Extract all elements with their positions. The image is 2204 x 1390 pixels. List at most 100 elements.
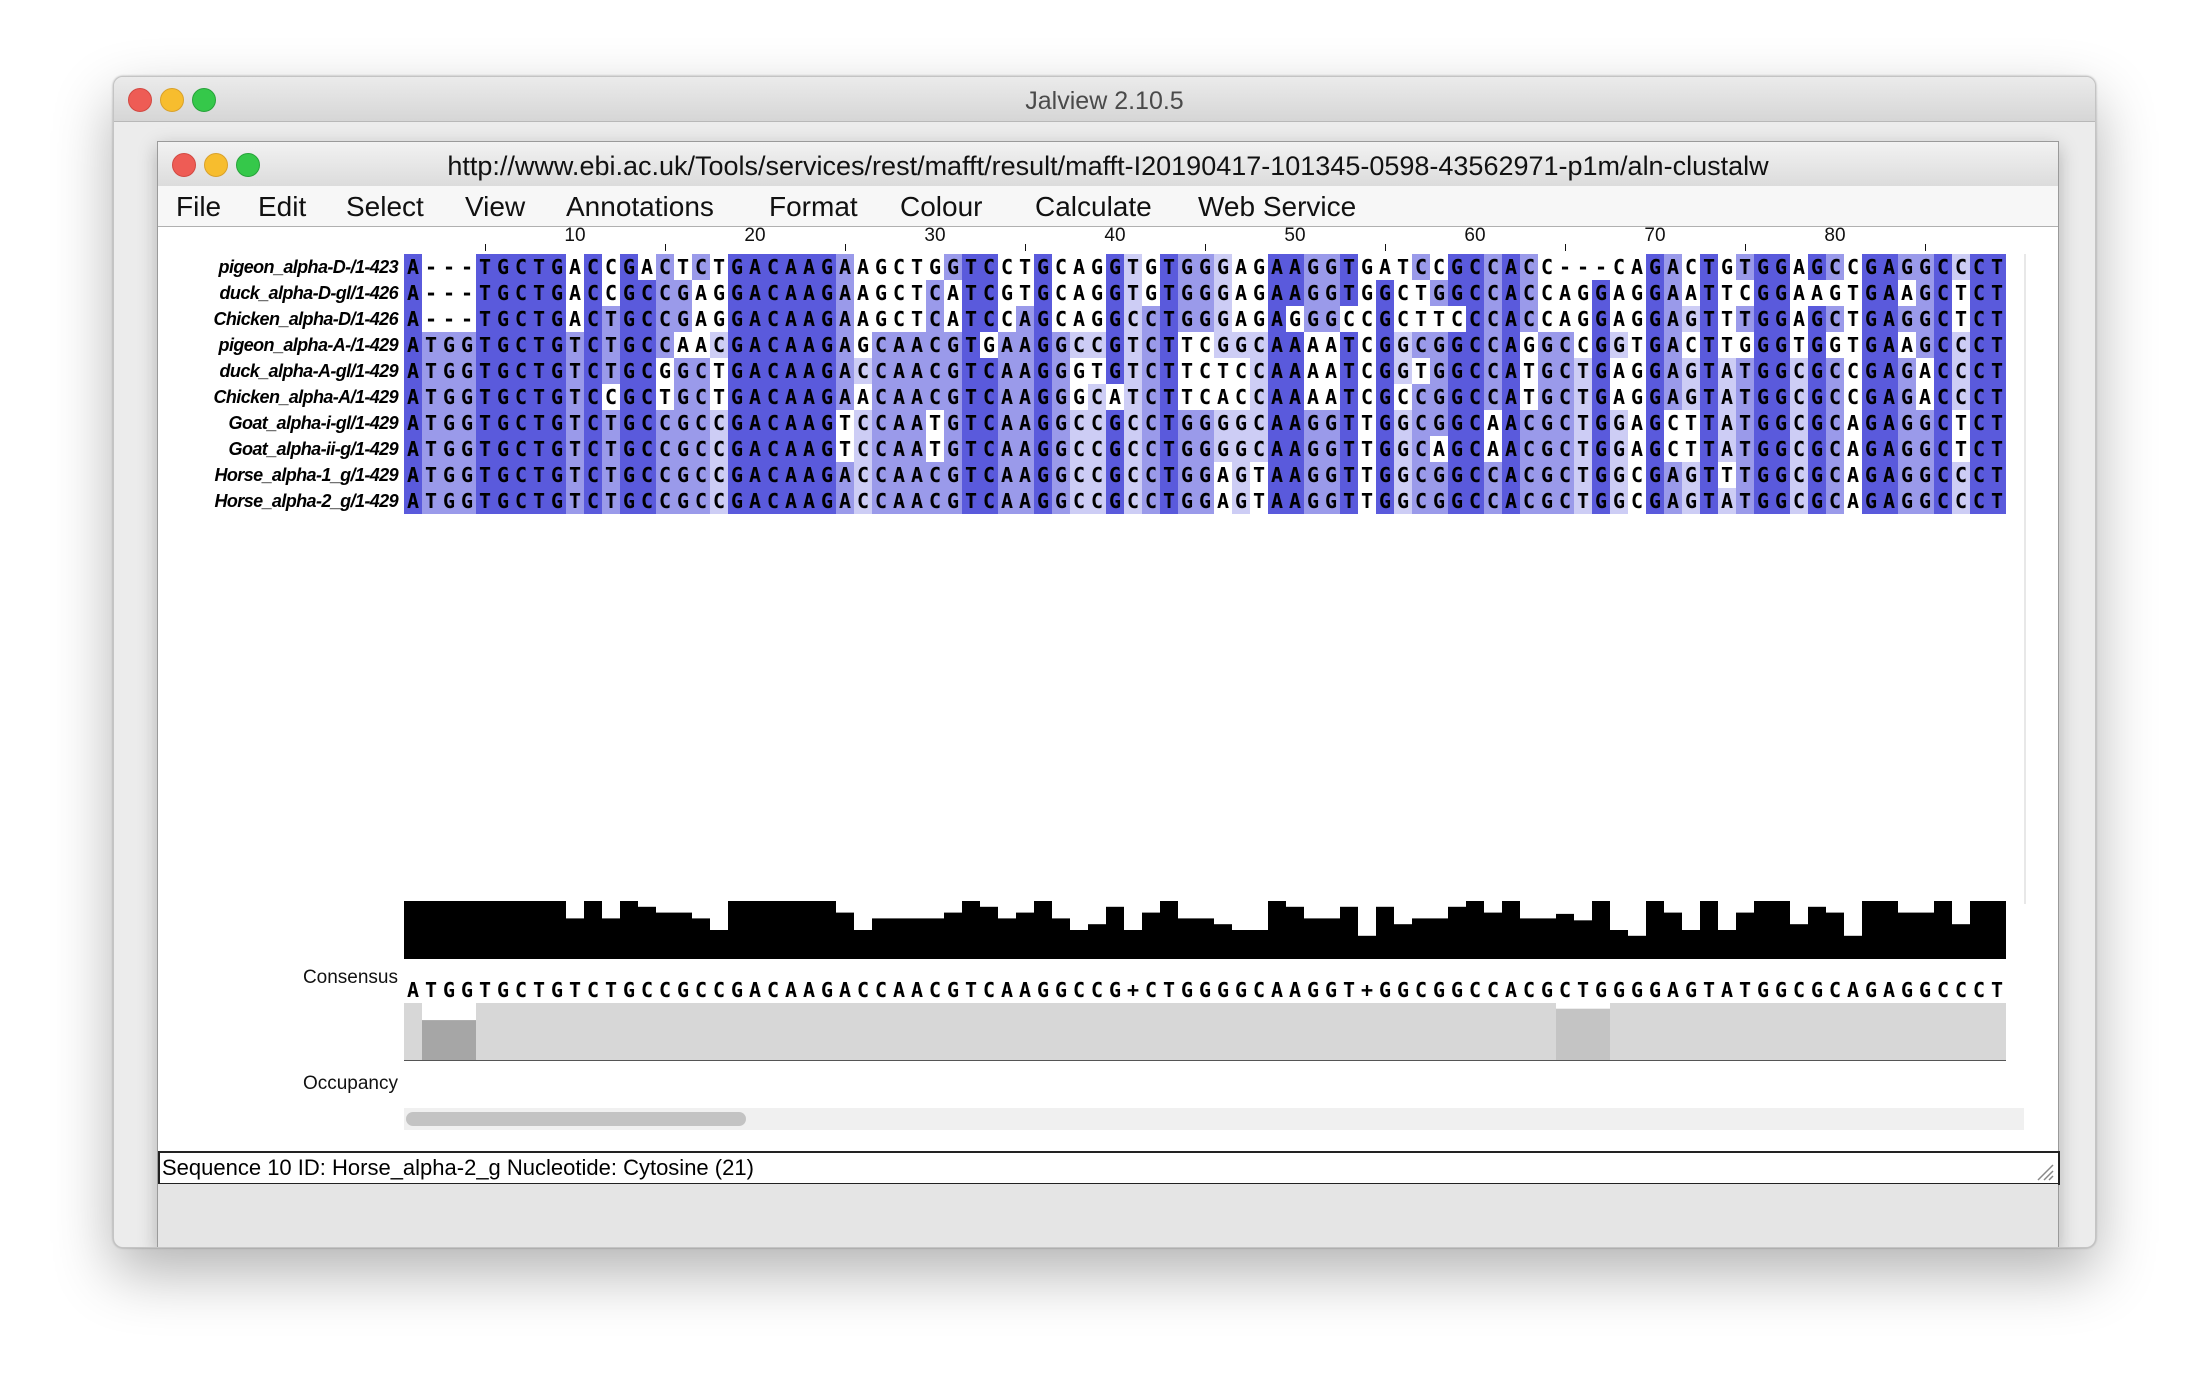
residue[interactable]: T xyxy=(1790,332,1808,358)
residue[interactable]: T xyxy=(422,462,440,488)
residue[interactable]: G xyxy=(944,254,962,280)
residue[interactable]: A xyxy=(1664,332,1682,358)
residue[interactable]: C xyxy=(1142,306,1160,332)
residue[interactable]: C xyxy=(1970,410,1988,436)
residue[interactable]: C xyxy=(872,384,890,410)
residue[interactable]: A xyxy=(944,306,962,332)
residue[interactable]: T xyxy=(1952,306,1970,332)
residue[interactable]: C xyxy=(1070,436,1088,462)
residue[interactable]: G xyxy=(1754,306,1772,332)
residue[interactable]: C xyxy=(512,462,530,488)
residue[interactable]: G xyxy=(728,254,746,280)
residue[interactable]: G xyxy=(1304,306,1322,332)
residue[interactable]: T xyxy=(1700,384,1718,410)
residue[interactable]: G xyxy=(818,280,836,306)
residue[interactable]: G xyxy=(1916,332,1934,358)
residue[interactable]: G xyxy=(1808,488,1826,514)
residue[interactable]: C xyxy=(1124,410,1142,436)
residue[interactable]: G xyxy=(872,254,890,280)
residue[interactable]: G xyxy=(1646,436,1664,462)
residue[interactable]: C xyxy=(1412,488,1430,514)
residue[interactable]: A xyxy=(404,410,422,436)
residue[interactable]: C xyxy=(980,436,998,462)
residue[interactable]: T xyxy=(602,462,620,488)
residue[interactable]: A xyxy=(854,384,872,410)
residue[interactable]: T xyxy=(1178,332,1196,358)
residue[interactable]: A xyxy=(782,410,800,436)
residue[interactable]: G xyxy=(1592,384,1610,410)
residue[interactable]: C xyxy=(1412,462,1430,488)
residue[interactable]: G xyxy=(1754,436,1772,462)
menu-annotations[interactable]: Annotations xyxy=(566,191,714,223)
residue[interactable]: A xyxy=(1286,358,1304,384)
residue[interactable]: A xyxy=(1916,358,1934,384)
residue[interactable]: G xyxy=(1448,358,1466,384)
residue[interactable]: A xyxy=(800,358,818,384)
residue[interactable]: C xyxy=(1628,462,1646,488)
residue[interactable]: C xyxy=(1250,410,1268,436)
residue[interactable]: T xyxy=(476,254,494,280)
residue[interactable]: T xyxy=(1520,384,1538,410)
residue[interactable]: T xyxy=(422,410,440,436)
residue[interactable]: A xyxy=(908,384,926,410)
residue[interactable]: A xyxy=(836,384,854,410)
residue[interactable]: C xyxy=(1412,254,1430,280)
residue[interactable]: G xyxy=(1772,332,1790,358)
residue[interactable]: G xyxy=(728,332,746,358)
residue[interactable]: T xyxy=(1160,462,1178,488)
residue[interactable]: A xyxy=(1502,358,1520,384)
residue[interactable]: G xyxy=(1376,358,1394,384)
residue[interactable]: G xyxy=(1772,384,1790,410)
residue[interactable]: T xyxy=(1952,410,1970,436)
residue[interactable]: T xyxy=(1988,436,2006,462)
residue[interactable]: C xyxy=(1538,254,1556,280)
residue[interactable]: C xyxy=(1826,488,1844,514)
residue[interactable]: C xyxy=(926,488,944,514)
residue[interactable]: C xyxy=(1430,254,1448,280)
residue[interactable]: C xyxy=(1790,358,1808,384)
residue[interactable]: C xyxy=(764,488,782,514)
residue[interactable]: T xyxy=(1178,358,1196,384)
residue[interactable]: G xyxy=(1754,254,1772,280)
residue[interactable]: G xyxy=(1646,306,1664,332)
residue[interactable]: A xyxy=(1502,306,1520,332)
residue[interactable]: G xyxy=(1034,436,1052,462)
residue[interactable]: G xyxy=(674,280,692,306)
residue[interactable]: C xyxy=(1556,436,1574,462)
residue[interactable]: C xyxy=(1142,410,1160,436)
residue[interactable]: C xyxy=(584,280,602,306)
residue[interactable]: G xyxy=(1610,462,1628,488)
horizontal-scroll-thumb[interactable] xyxy=(406,1112,746,1126)
residue[interactable]: G xyxy=(1214,410,1232,436)
residue[interactable]: A xyxy=(1322,358,1340,384)
residue[interactable]: C xyxy=(1934,332,1952,358)
residue[interactable]: C xyxy=(764,306,782,332)
residue[interactable]: C xyxy=(1970,280,1988,306)
residue[interactable]: C xyxy=(584,254,602,280)
residue[interactable]: A xyxy=(782,358,800,384)
residue[interactable]: G xyxy=(1142,254,1160,280)
residue[interactable]: G xyxy=(620,436,638,462)
residue[interactable]: T xyxy=(1160,384,1178,410)
residue[interactable]: C xyxy=(710,332,728,358)
residue[interactable]: G xyxy=(1358,280,1376,306)
residue[interactable]: C xyxy=(926,358,944,384)
residue[interactable]: T xyxy=(1736,254,1754,280)
residue[interactable]: A xyxy=(1268,358,1286,384)
residue[interactable]: T xyxy=(530,384,548,410)
residue[interactable]: T xyxy=(962,254,980,280)
residue[interactable]: A xyxy=(746,436,764,462)
residue[interactable]: A xyxy=(782,332,800,358)
residue[interactable]: G xyxy=(728,280,746,306)
residue[interactable]: G xyxy=(1754,332,1772,358)
residue[interactable]: C xyxy=(1484,358,1502,384)
residue[interactable]: G xyxy=(620,488,638,514)
residue[interactable]: T xyxy=(1574,488,1592,514)
residue[interactable]: T xyxy=(1700,488,1718,514)
residue[interactable]: T xyxy=(710,384,728,410)
residue[interactable]: G xyxy=(1178,280,1196,306)
residue[interactable]: C xyxy=(1196,358,1214,384)
residue[interactable]: C xyxy=(1196,384,1214,410)
sequence-id[interactable]: Horse_alpha-2_g/1-429 xyxy=(158,488,399,514)
residue[interactable]: G xyxy=(1394,436,1412,462)
